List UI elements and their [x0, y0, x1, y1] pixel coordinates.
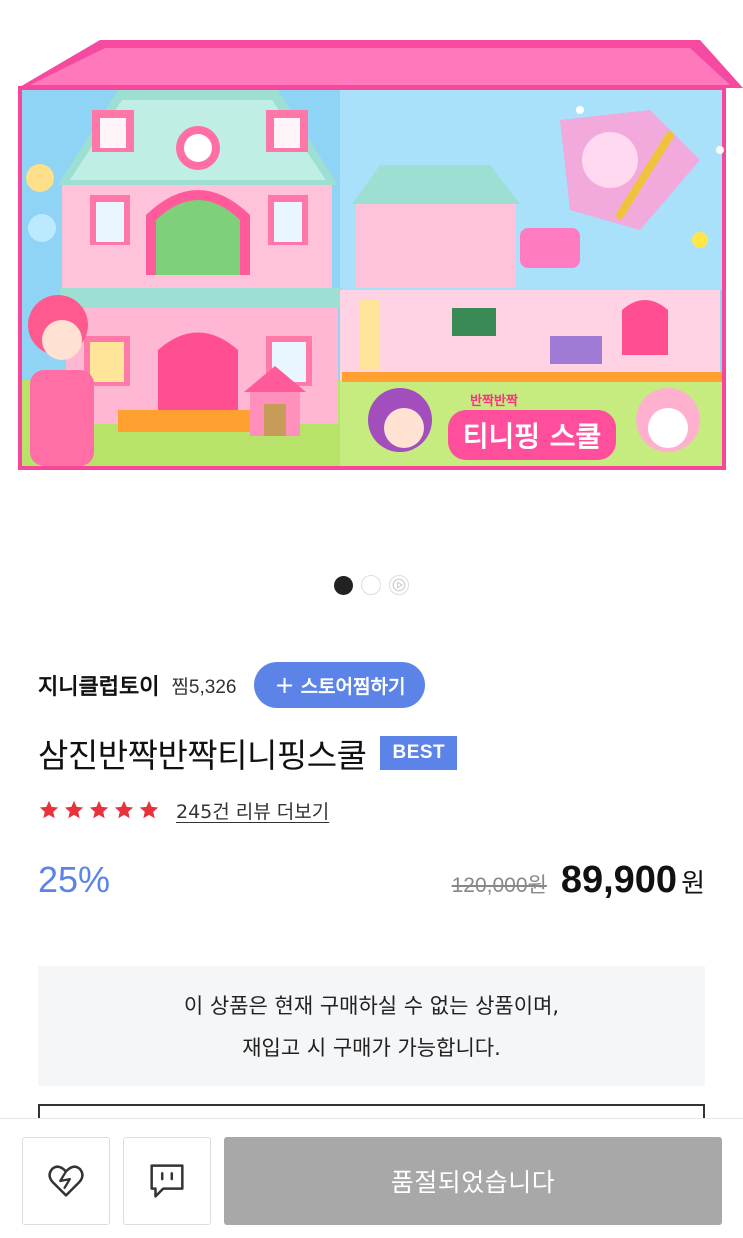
- store-like-button-label: 스토어찜하기: [300, 675, 406, 698]
- currency-unit: 원: [681, 868, 705, 899]
- carousel-dot-2[interactable]: [361, 575, 381, 595]
- star-icon: [39, 800, 59, 819]
- store-like-button[interactable]: + 스토어찜하기: [254, 662, 426, 708]
- review-link[interactable]: 245건 리뷰 더보기: [176, 797, 329, 824]
- notice-line-2: 재입고 시 구매가 가능합니다.: [242, 1036, 501, 1060]
- soldout-button[interactable]: 품절되었습니다: [224, 1137, 722, 1225]
- store-like-count: 찜5,326: [171, 676, 237, 698]
- box-title-text: 티니핑 스쿨: [463, 420, 602, 453]
- star-rating: [38, 799, 160, 821]
- price-block: 120,000원 89,900 원: [452, 859, 705, 902]
- product-title-row: 삼진반짝반짝티니핑스쿨 BEST: [38, 730, 458, 776]
- talk-icon: [150, 1164, 184, 1198]
- like-button[interactable]: [22, 1137, 110, 1225]
- talk-button[interactable]: [123, 1137, 211, 1225]
- price-row: 25% 120,000원 89,900 원: [38, 852, 705, 908]
- bottom-action-bar: 품절되었습니다: [0, 1118, 743, 1238]
- carousel-dot-1[interactable]: [334, 575, 353, 595]
- soldout-notice: 이 상품은 현재 구매하실 수 없는 상품이며, 재입고 시 구매가 가능합니다…: [38, 966, 705, 1086]
- product-image[interactable]: 티니핑 스쿨 반짝반짝: [0, 0, 743, 560]
- play-icon: [392, 578, 406, 592]
- store-name[interactable]: 지니클럽토이: [38, 669, 159, 701]
- notice-line-1: 이 상품은 현재 구매하실 수 없는 상품이며,: [183, 994, 560, 1018]
- original-price: 120,000원: [451, 873, 547, 897]
- discount-rate: 25%: [38, 859, 111, 900]
- plus-icon: +: [274, 671, 295, 699]
- product-box-illustration: 티니핑 스쿨 반짝반짝: [18, 40, 743, 470]
- rating-row: 245건 리뷰 더보기: [38, 795, 329, 825]
- carousel-dot-video[interactable]: [389, 575, 409, 595]
- heart-icon: [48, 1165, 84, 1197]
- star-icon: [89, 800, 109, 819]
- star-icon: [64, 800, 84, 819]
- star-icon: [139, 800, 159, 819]
- product-title: 삼진반짝반짝티니핑스쿨: [38, 736, 367, 775]
- store-row: 지니클럽토이 찜5,326 + 스토어찜하기: [38, 662, 426, 708]
- star-icon: [114, 800, 134, 819]
- carousel-indicator: [0, 572, 743, 598]
- box-brand-text: 반짝반짝: [470, 393, 518, 409]
- best-badge: BEST: [380, 736, 458, 770]
- sale-price: 89,900: [560, 858, 678, 901]
